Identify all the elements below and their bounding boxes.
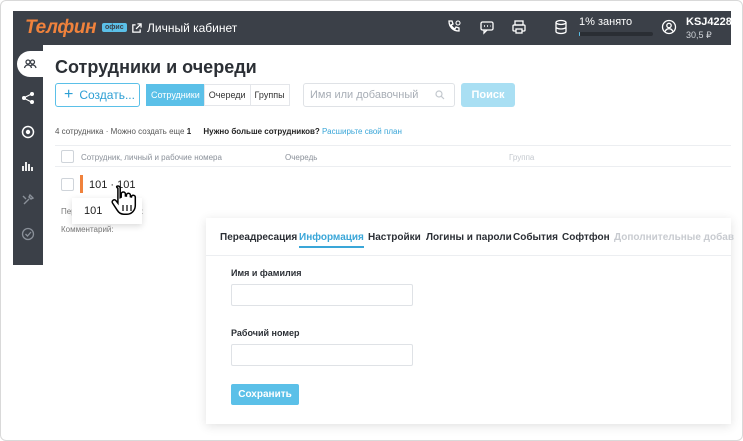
database-icon	[555, 19, 567, 35]
comment-label: Комментарий:	[61, 225, 114, 234]
save-button[interactable]: Сохранить	[231, 384, 299, 405]
tab-queues[interactable]: Очереди	[203, 84, 251, 106]
create-button[interactable]: + Создать...	[55, 83, 140, 107]
phone-settings-icon[interactable]	[446, 19, 462, 35]
name-field[interactable]	[231, 284, 413, 306]
sidebar-item-users[interactable]	[17, 51, 43, 77]
logo[interactable]: Телфин	[25, 17, 97, 39]
check-icon	[21, 227, 35, 241]
plus-icon: +	[64, 86, 74, 103]
account-icon[interactable]	[661, 19, 677, 35]
table-header: Сотрудник, личный и рабочие номера Очере…	[55, 145, 731, 167]
search-box	[303, 83, 455, 107]
account-balance: 30,5 ₽	[686, 30, 712, 40]
table-row[interactable]: 101 · 101	[55, 175, 731, 197]
tab-settings[interactable]: Настройки	[368, 232, 421, 243]
work-number-label: Рабочий номер	[231, 328, 300, 338]
name-label: Имя и фамилия	[231, 268, 302, 278]
column-group[interactable]: Группа	[509, 153, 534, 162]
sidebar	[13, 45, 43, 265]
sidebar-item-flow[interactable]	[13, 85, 43, 111]
search-icon	[435, 90, 445, 100]
tab-softphone[interactable]: Софтфон	[562, 232, 610, 243]
page-title: Сотрудники и очереди	[55, 57, 257, 77]
tab-employees[interactable]: Сотрудники	[146, 84, 205, 106]
account-name[interactable]: KSJ42288	[686, 16, 738, 28]
count-text: 4 сотрудника · Можно создать еще	[55, 127, 185, 136]
row-checkbox[interactable]	[61, 178, 74, 191]
tab-additional[interactable]: Дополнительные добав	[614, 232, 734, 243]
search-button[interactable]: Поиск	[461, 83, 515, 107]
sidebar-item-records[interactable]	[13, 119, 43, 145]
tab-redirect[interactable]: Переадресация	[220, 232, 297, 243]
search-input[interactable]	[310, 89, 435, 101]
storage-usage-bar	[579, 32, 653, 36]
sidebar-item-check[interactable]	[13, 221, 43, 247]
cabinet-link[interactable]: Личный кабинет	[131, 21, 237, 35]
storage-usage-label: 1% занято	[579, 16, 633, 28]
record-icon	[21, 125, 35, 139]
select-all-checkbox[interactable]	[61, 150, 74, 163]
stats-icon	[22, 162, 33, 171]
tab-groups[interactable]: Группы	[249, 84, 290, 106]
storage-usage-fill	[579, 32, 580, 36]
employee-count-info: 4 сотрудника · Можно создать еще 1 Нужно…	[55, 127, 402, 136]
app-window: Телфин офис Личный кабинет 1% занято KSJ…	[0, 0, 743, 441]
sidebar-item-tools[interactable]	[13, 187, 43, 213]
column-queue[interactable]: Очередь	[285, 153, 317, 162]
tab-logins[interactable]: Логины и пароли	[426, 232, 512, 243]
printer-icon[interactable]	[511, 19, 527, 35]
upgrade-plan-link[interactable]: Расширьте свой план	[322, 127, 402, 136]
flow-icon	[22, 92, 34, 104]
hand-cursor-icon	[111, 185, 137, 215]
top-bar: Телфин офис Личный кабинет 1% занято KSJ…	[13, 11, 738, 45]
chat-icon[interactable]	[479, 19, 495, 35]
dropdown-option[interactable]: 101	[84, 205, 102, 217]
sidebar-item-stats[interactable]	[13, 153, 43, 179]
logo-badge: офис	[102, 23, 127, 32]
view-switcher: Сотрудники Очереди Группы	[146, 84, 290, 106]
tools-icon	[22, 193, 35, 205]
users-icon	[23, 59, 37, 69]
more-employees-text: Нужно больше сотрудников?	[203, 127, 320, 136]
count-remaining: 1	[186, 127, 192, 136]
tab-events[interactable]: События	[513, 232, 558, 243]
external-link-icon	[132, 22, 142, 33]
cabinet-label: Личный кабинет	[147, 21, 238, 35]
employee-info-panel: Переадресация Информация Настройки Логин…	[206, 218, 734, 424]
panel-tabs: Переадресация Информация Настройки Логин…	[206, 218, 734, 256]
row-status-marker	[80, 175, 83, 193]
tab-information[interactable]: Информация	[299, 232, 364, 248]
work-number-field[interactable]	[231, 344, 413, 366]
column-employee[interactable]: Сотрудник, личный и рабочие номера	[81, 153, 222, 162]
create-button-label: Создать...	[79, 88, 135, 102]
